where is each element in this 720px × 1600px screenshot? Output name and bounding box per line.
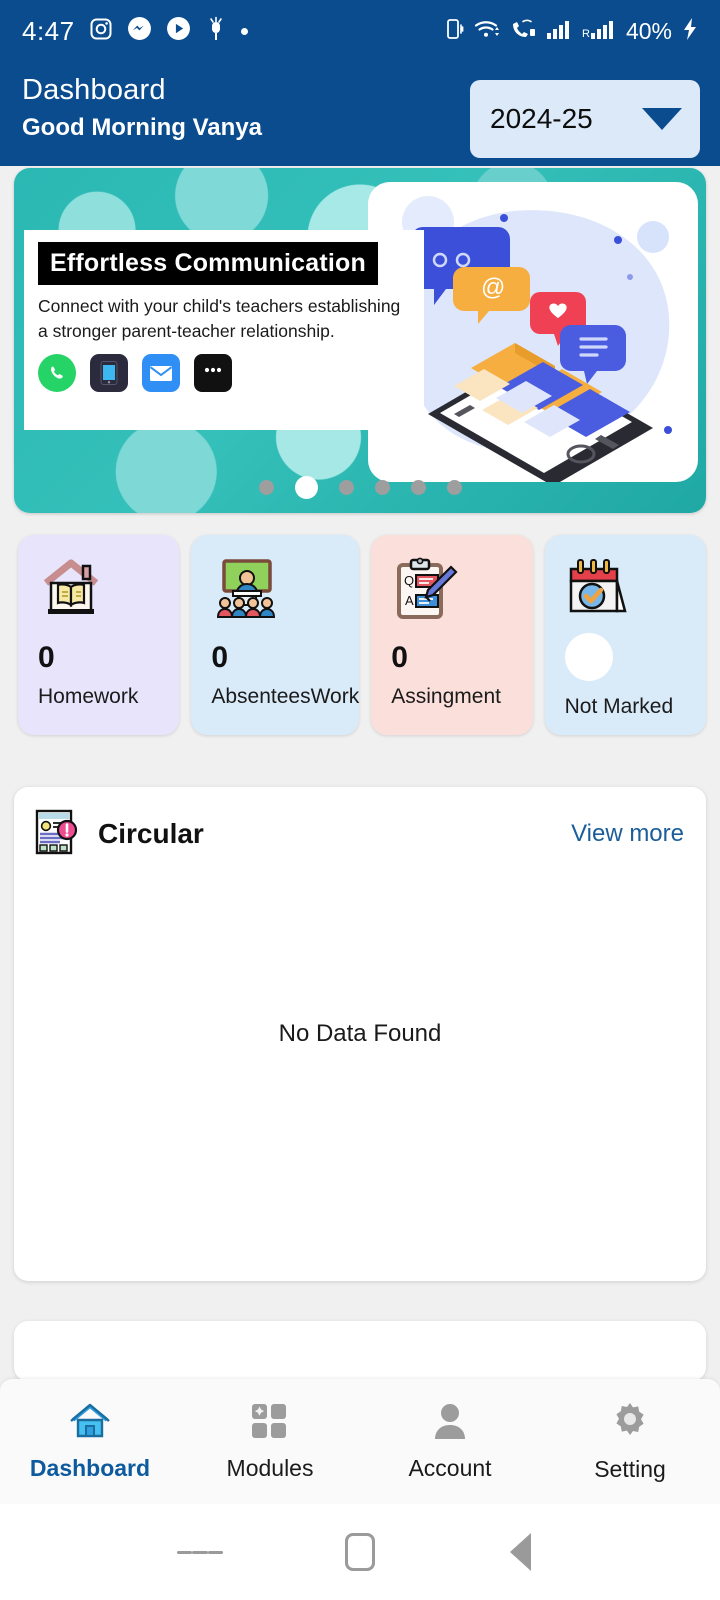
banner-carousel-wrapper: @ Effortless Communication Connect with … xyxy=(0,166,720,513)
stat-value: 0 xyxy=(391,641,408,674)
svg-text:R: R xyxy=(582,28,590,40)
next-section-card-partial xyxy=(14,1321,706,1381)
stat-label: Not Marked xyxy=(564,695,674,718)
nav-item-modules[interactable]: Modules xyxy=(180,1402,360,1482)
stat-label: Homework xyxy=(38,685,139,708)
circular-empty-state: No Data Found xyxy=(278,1020,442,1047)
instagram-icon xyxy=(89,17,113,46)
carousel-dot[interactable] xyxy=(258,480,274,495)
recents-icon[interactable] xyxy=(177,1529,223,1575)
nav-item-setting[interactable]: Setting xyxy=(540,1401,720,1483)
vibrate-icon xyxy=(444,17,464,46)
house-book-icon xyxy=(38,557,179,625)
gear-icon xyxy=(610,1401,650,1446)
app-header: Dashboard Good Morning Vanya 2024-25 xyxy=(0,62,720,166)
stat-card-assingment[interactable]: Q A 0 Assingment xyxy=(371,535,533,735)
play-icon xyxy=(166,16,191,46)
battery-percent: 40% xyxy=(625,17,672,44)
svg-text:@: @ xyxy=(481,274,505,301)
academic-year-dropdown[interactable]: 2024-25 xyxy=(470,80,700,158)
bottom-navigation-bar: Dashboard Modules Account Setting xyxy=(0,1379,720,1504)
nav-item-account[interactable]: Account xyxy=(360,1402,540,1482)
status-bar: 4:47 R 40% xyxy=(0,0,720,62)
greeting-text: Good Morning Vanya xyxy=(22,114,263,141)
stat-card-absentees-work[interactable]: 0 AbsenteesWork xyxy=(191,535,360,735)
stat-card-homework[interactable]: 0 Homework xyxy=(18,535,180,735)
stat-value-loading xyxy=(564,633,613,681)
home-icon xyxy=(69,1402,111,1445)
messenger-icon xyxy=(127,16,152,46)
stat-value: 0 xyxy=(38,641,55,674)
banner-body: Connect with your child's teachers estab… xyxy=(38,296,401,341)
carousel-dot[interactable] xyxy=(410,480,426,495)
carousel-dot[interactable] xyxy=(374,480,390,495)
signal-bars-icon xyxy=(546,18,572,45)
nav-label: Setting xyxy=(594,1455,666,1482)
stat-label: AbsenteesWork xyxy=(211,685,360,708)
page-title: Dashboard xyxy=(22,74,166,106)
stat-card-not-marked[interactable]: Not Marked xyxy=(544,535,706,735)
svg-text:Q: Q xyxy=(404,573,414,588)
charging-bolt-icon xyxy=(682,17,698,46)
android-navigation-bar xyxy=(0,1504,720,1600)
back-triangle-icon[interactable] xyxy=(497,1529,543,1575)
stat-card-row: 0 Homework 0 AbsenteesWork Q A 0 Assingm… xyxy=(0,513,720,735)
clipboard-pen-icon: Q A xyxy=(391,557,532,625)
stat-value: 0 xyxy=(211,641,229,674)
person-icon xyxy=(431,1402,469,1445)
chat-bubble-icon xyxy=(194,353,232,392)
wifi-icon xyxy=(474,18,500,45)
banner-channel-icons xyxy=(38,353,412,392)
nav-label: Account xyxy=(408,1454,492,1481)
dot-icon xyxy=(240,27,248,35)
email-icon xyxy=(142,353,180,392)
status-bar-left: 4:47 xyxy=(22,16,248,47)
home-square-icon[interactable] xyxy=(337,1529,383,1575)
carousel-dot-active[interactable] xyxy=(294,476,318,499)
classroom-icon xyxy=(211,557,359,625)
circular-card: Circular View more No Data Found xyxy=(14,787,706,1281)
nav-item-dashboard[interactable]: Dashboard xyxy=(0,1402,180,1482)
status-bar-right: R 40% xyxy=(444,17,698,46)
chevron-down-icon xyxy=(642,108,682,130)
nav-label: Dashboard xyxy=(29,1454,151,1481)
calendar-check-icon xyxy=(565,557,706,625)
carousel-dot[interactable] xyxy=(446,480,462,495)
roaming-signal-icon: R xyxy=(582,18,616,45)
svg-text:A: A xyxy=(405,593,414,608)
mobile-phone-icon xyxy=(90,353,128,392)
whatsapp-icon xyxy=(38,353,76,392)
banner-heading: Effortless Communication xyxy=(38,242,378,285)
nav-label: Modules xyxy=(226,1454,314,1481)
vowifi-call-icon xyxy=(510,18,536,45)
academic-year-value: 2024-25 xyxy=(490,103,593,134)
carousel-dot[interactable] xyxy=(338,480,354,495)
carousel-dots[interactable] xyxy=(14,476,706,499)
status-bar-clock: 4:47 xyxy=(22,15,75,46)
header-titles: Dashboard Good Morning Vanya xyxy=(22,68,262,142)
stat-label: Assingment xyxy=(391,685,501,708)
banner-text-card: Effortless Communication Connect with yo… xyxy=(24,230,424,430)
scooter-icon xyxy=(205,16,227,47)
banner-carousel[interactable]: @ Effortless Communication Connect with … xyxy=(14,168,706,513)
grid-icon xyxy=(250,1402,290,1445)
